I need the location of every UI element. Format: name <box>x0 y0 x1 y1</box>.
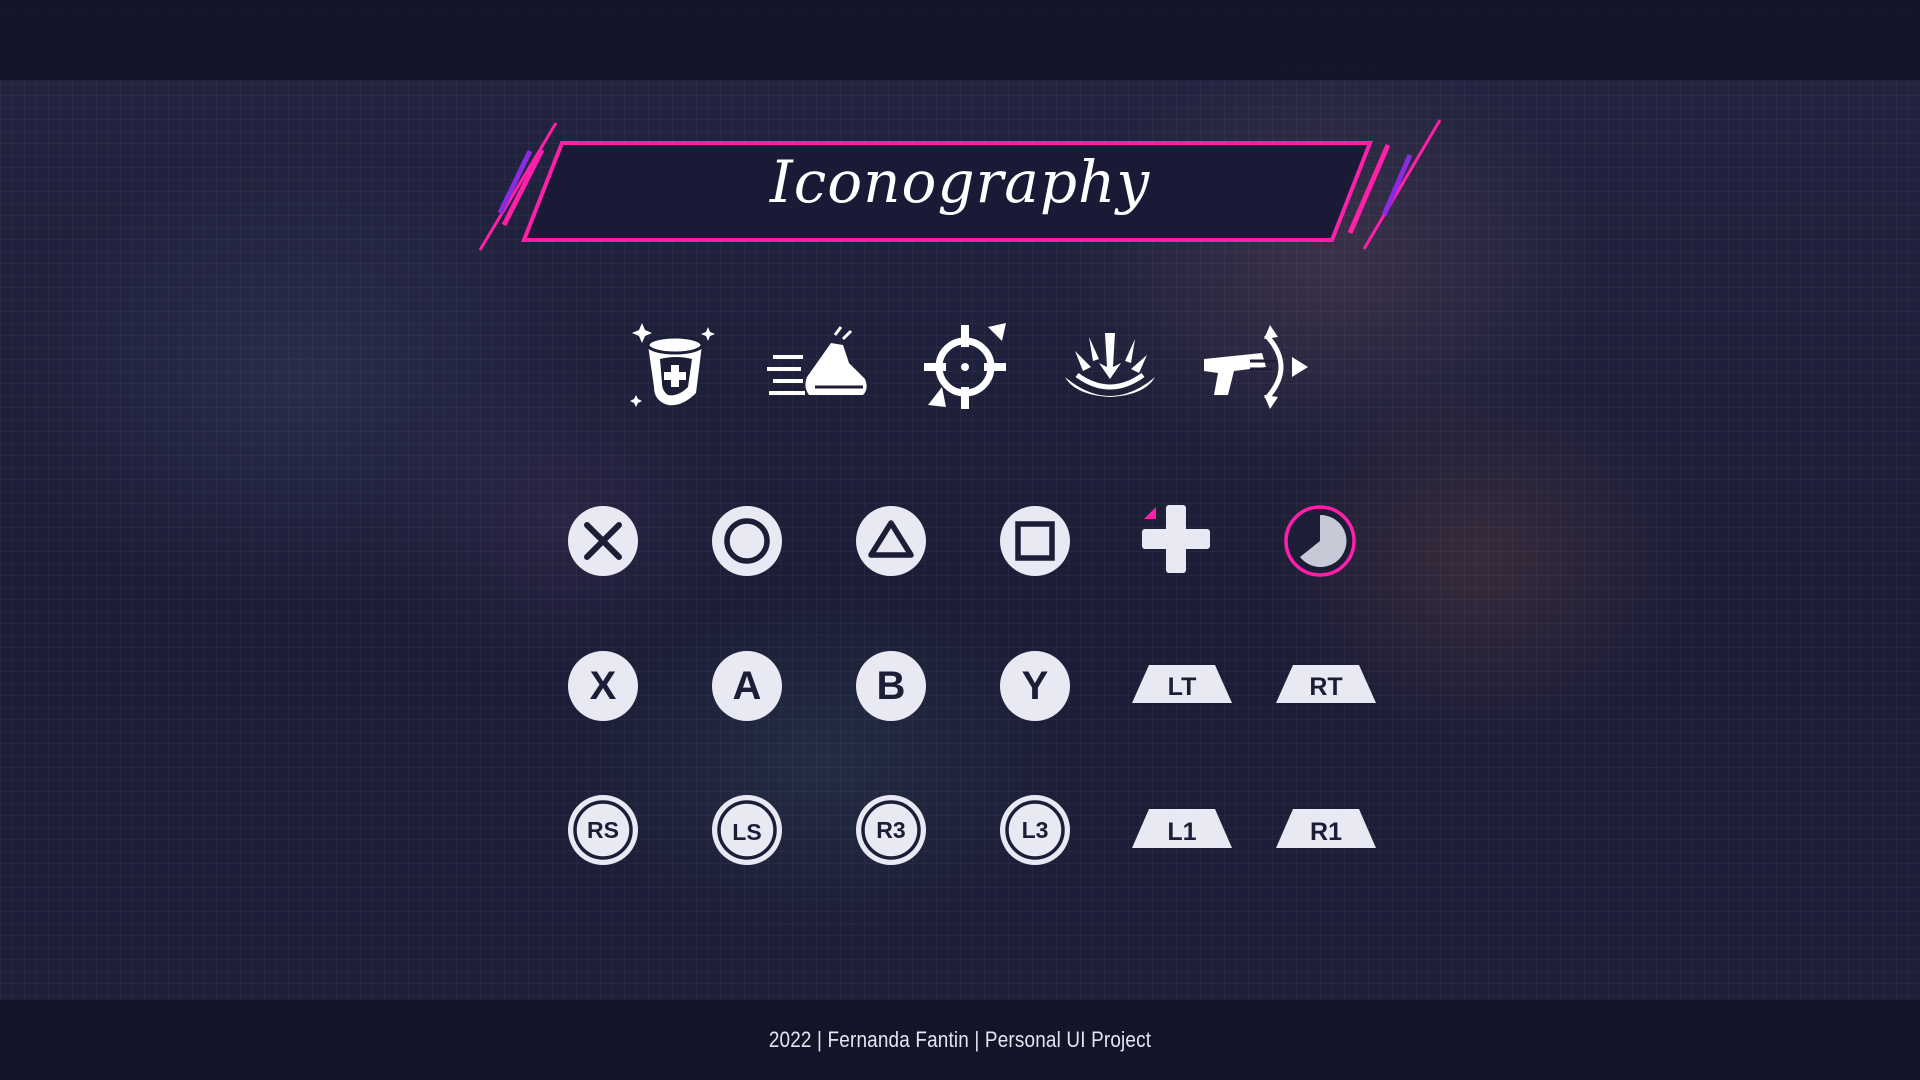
footer-credit: 2022 | Fernanda Fantin | Personal UI Pro… <box>768 1027 1152 1052</box>
ls-button-label: LS <box>732 819 761 845</box>
cooldown-timer-icon <box>1284 505 1356 577</box>
l1-button-label: L1 <box>1167 818 1196 846</box>
r1-button-icon: R1 <box>1275 794 1377 866</box>
dpad-icon <box>1140 503 1212 575</box>
l1-button-icon: L1 <box>1131 794 1233 866</box>
b-button-icon: B <box>855 650 927 722</box>
l3-button-label: L3 <box>1022 817 1049 843</box>
rt-button-icon: RT <box>1275 650 1377 722</box>
sprint-shoe-icon <box>765 315 875 415</box>
y-button-icon: Y <box>999 650 1071 722</box>
ground-impact-icon <box>1055 315 1165 415</box>
feature-icons-row <box>620 315 1310 415</box>
a-button-icon: A <box>711 650 783 722</box>
title-banner: Iconography <box>470 115 1450 255</box>
lt-button-icon: LT <box>1131 650 1233 722</box>
a-button-label: A <box>733 664 762 708</box>
crosshair-icon <box>910 315 1020 415</box>
r3-button-label: R3 <box>876 817 905 843</box>
r3-button-icon: R3 <box>855 794 927 866</box>
circle-button-icon <box>711 505 783 577</box>
triangle-button-icon <box>855 505 927 577</box>
shield-potion-icon <box>620 315 730 415</box>
lt-button-label: LT <box>1168 673 1197 701</box>
r1-button-label: R1 <box>1310 818 1342 846</box>
blaster-dash-icon <box>1200 315 1310 415</box>
square-button-icon <box>999 505 1071 577</box>
y-button-label: Y <box>1022 664 1049 708</box>
rt-button-label: RT <box>1309 673 1342 701</box>
page-title: Iconography <box>769 148 1151 216</box>
x-button-label: X <box>590 664 617 708</box>
ls-button-icon: LS <box>711 794 783 866</box>
x-button-icon: X <box>567 650 639 722</box>
l3-button-icon: L3 <box>999 794 1071 866</box>
rs-button-icon: RS <box>567 794 639 866</box>
cross-button-icon <box>567 505 639 577</box>
b-button-label: B <box>877 664 906 708</box>
rs-button-label: RS <box>587 817 619 843</box>
top-band <box>0 0 1920 80</box>
